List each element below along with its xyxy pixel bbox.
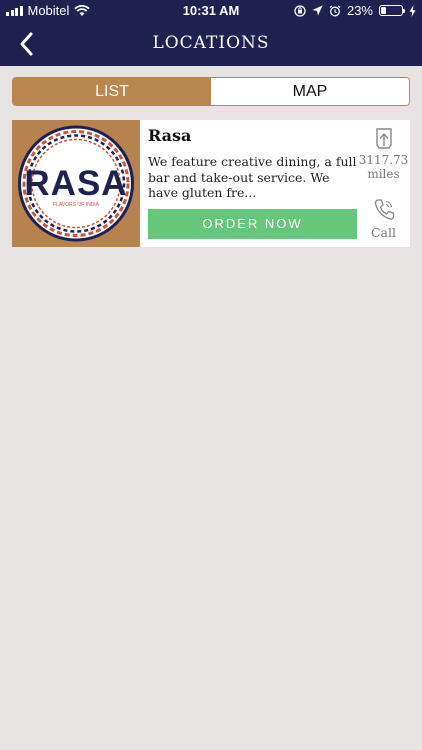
distance-value: 3117.73 — [358, 153, 409, 167]
card-body: Rasa We feature creative dining, a full … — [148, 120, 357, 247]
directions-icon — [375, 128, 392, 149]
view-toggle: LIST MAP — [12, 77, 410, 106]
logo-tagline: FLAVORS OF INDIA — [53, 202, 100, 208]
restaurant-name: Rasa — [148, 126, 192, 145]
status-bar: Mobitel 10:31 AM 23% — [0, 0, 422, 22]
card-actions: 3117.73 miles Call — [357, 120, 410, 247]
location-arrow-icon — [312, 5, 323, 16]
nav-bar: LOCATIONS — [0, 22, 422, 66]
tab-map[interactable]: MAP — [211, 78, 409, 105]
charging-icon — [409, 4, 416, 17]
restaurant-description: We feature creative dining, a full bar a… — [148, 154, 357, 200]
battery-icon — [379, 5, 405, 16]
distance-button[interactable]: 3117.73 miles — [357, 126, 410, 181]
battery-level — [381, 7, 386, 14]
distance-unit: miles — [367, 167, 400, 181]
call-label: Call — [370, 225, 396, 240]
battery-percent: 23% — [346, 3, 373, 18]
tab-list[interactable]: LIST — [13, 78, 211, 105]
location-card[interactable]: RASA FLAVORS OF INDIA Rasa We feature cr… — [12, 120, 410, 247]
phone-icon — [374, 199, 394, 220]
restaurant-logo: RASA FLAVORS OF INDIA — [12, 120, 140, 247]
order-now-button[interactable]: ORDER NOW — [148, 209, 357, 239]
call-button[interactable]: Call — [357, 198, 410, 240]
screen-lock-icon — [294, 4, 306, 17]
status-right: 23% — [294, 3, 416, 18]
rasa-logo-image: RASA FLAVORS OF INDIA — [12, 120, 140, 247]
logo-text: RASA — [24, 164, 127, 203]
page-title: LOCATIONS — [152, 33, 270, 53]
alarm-icon — [329, 5, 341, 16]
